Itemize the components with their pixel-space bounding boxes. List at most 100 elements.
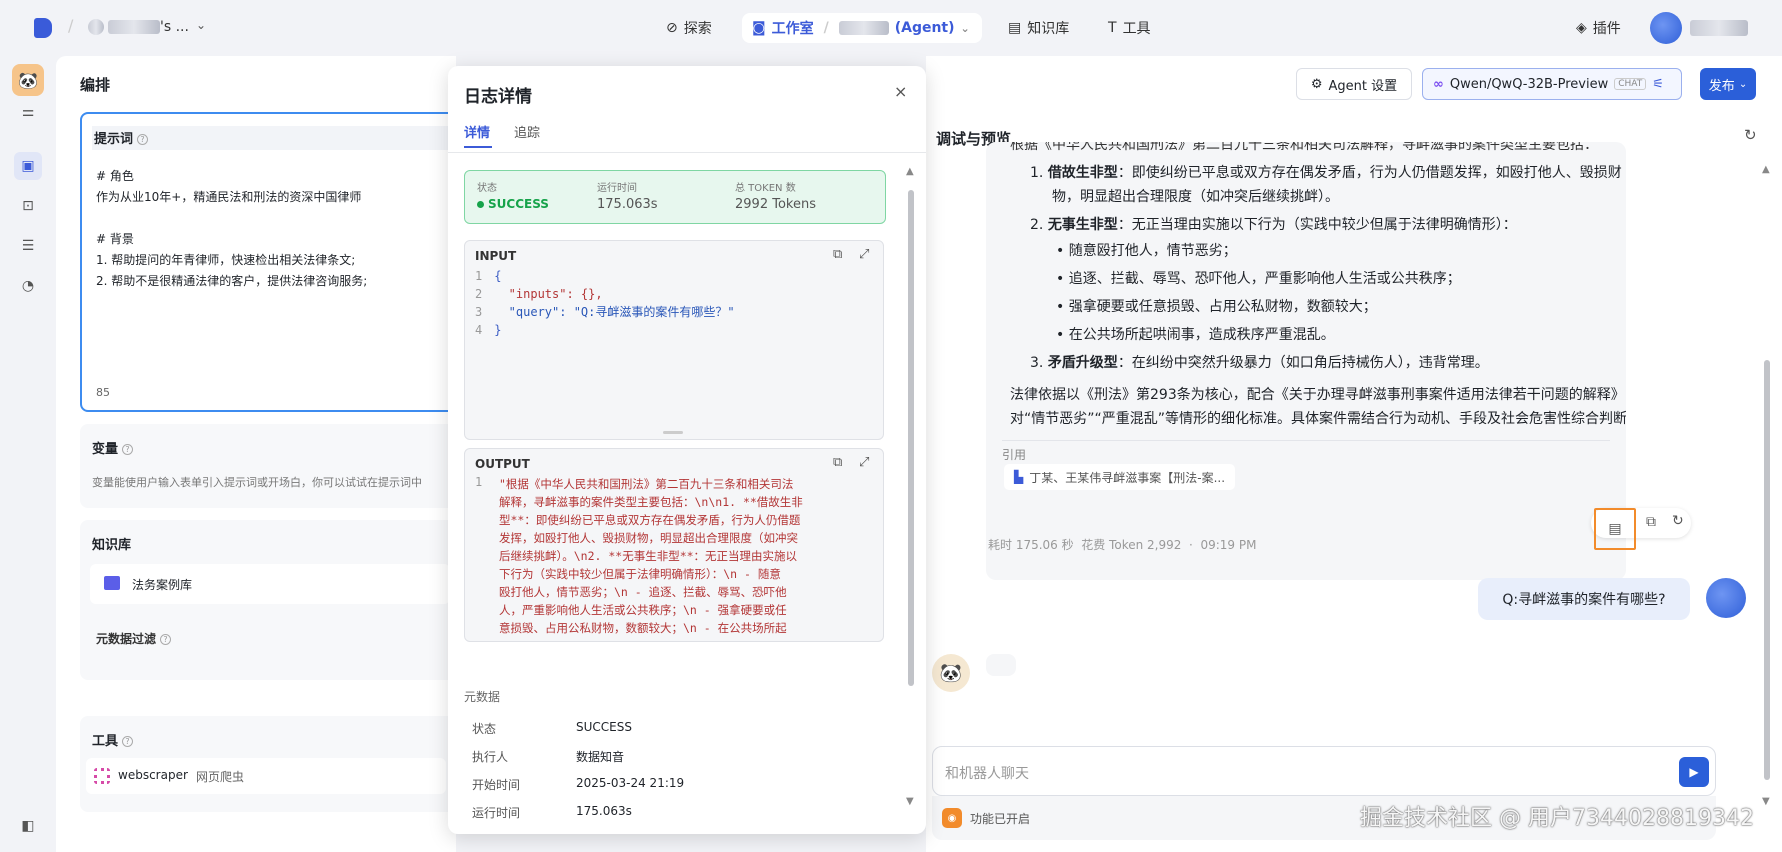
copy-icon[interactable]: ⧉ bbox=[833, 247, 842, 262]
panel-toggle-icon[interactable]: ◧ bbox=[14, 812, 42, 840]
runtime-value: 175.063s bbox=[597, 197, 658, 212]
code-line: 1{ bbox=[475, 269, 502, 283]
nav-tools[interactable]: T 工具 bbox=[1098, 13, 1161, 43]
knowledge-item[interactable]: 法务案例库 bbox=[90, 564, 450, 604]
help-icon[interactable]: ? bbox=[122, 444, 134, 455]
variables-desc: 变量能使用户输入表单引入提示词或开场白，你可以试试在提示词中 bbox=[92, 476, 422, 489]
view-log-icon[interactable]: ▤ bbox=[1594, 508, 1636, 550]
terminal-icon[interactable]: ⊡ bbox=[14, 192, 42, 220]
citation-item-label: 丁某、王某伟寻衅滋事案【刑法-案... bbox=[1029, 470, 1226, 485]
answer-bullet: • 随意殴打他人，情节恶劣； bbox=[1056, 243, 1237, 259]
help-icon[interactable]: ? bbox=[160, 634, 172, 645]
send-button[interactable]: ▶ bbox=[1679, 757, 1709, 787]
workspace-avatar[interactable] bbox=[88, 19, 104, 35]
metadata-filter-label[interactable]: 元数据过滤? bbox=[96, 630, 172, 647]
loading-bubble bbox=[986, 654, 1016, 676]
scroll-up-icon[interactable]: ▲ bbox=[906, 166, 914, 177]
token-label: 总 TOKEN 数 bbox=[735, 183, 796, 194]
status-dot bbox=[477, 200, 484, 208]
model-icon: ∞ bbox=[1433, 76, 1444, 92]
model-name: Qwen/QwQ-32B-Preview bbox=[1449, 76, 1609, 92]
nav-knowledge[interactable]: ▤ 知识库 bbox=[998, 13, 1079, 43]
copy-icon[interactable]: ⧉ bbox=[833, 455, 842, 470]
refresh-icon[interactable]: ↻ bbox=[1744, 126, 1757, 144]
feature-icon[interactable]: ◉ bbox=[942, 808, 962, 828]
help-icon[interactable]: ? bbox=[122, 736, 134, 747]
chat-input-placeholder: 和机器人聊天 bbox=[945, 766, 1029, 782]
answer-summary-2: 对“情节恶劣”“严重混乱”等情形的细化标准。具体案件需结合行为动机、手段及社会危… bbox=[1010, 411, 1626, 427]
scroll-up-icon[interactable]: ▲ bbox=[1762, 164, 1770, 175]
breadcrumb-separator: / bbox=[68, 16, 74, 35]
chevron-down-icon[interactable]: ⌄ bbox=[196, 18, 206, 32]
model-tag: CHAT bbox=[1614, 78, 1647, 90]
input-code: 1{ 2 "inputs": {}, 3 "query": "Q:寻衅滋事的案件… bbox=[475, 267, 735, 339]
tab-underline bbox=[464, 146, 492, 148]
citation-item[interactable]: ▙ 丁某、王某伟寻衅滋事案【刑法-案... bbox=[1004, 464, 1236, 490]
prompt-textarea[interactable]: # 角色 作为从业10年+，精通民法和刑法的资深中国律师 # 背景 1. 帮助提… bbox=[96, 166, 367, 292]
nav-studio[interactable]: ◙ 工作室 / (Agent) ⌄ bbox=[742, 13, 982, 43]
scrollbar-thumb[interactable] bbox=[908, 190, 914, 686]
plugin-label: 插件 bbox=[1592, 21, 1621, 37]
agent-settings-button[interactable]: ⚙ Agent 设置 bbox=[1296, 68, 1412, 100]
citation-label: 引用 bbox=[1002, 448, 1027, 462]
input-title: INPUT bbox=[475, 249, 517, 263]
resize-handle[interactable] bbox=[663, 431, 683, 434]
close-icon[interactable]: × bbox=[894, 82, 907, 101]
agent-tab-label[interactable]: (Agent) bbox=[895, 20, 955, 36]
meta-key: 开始时间 bbox=[472, 778, 521, 792]
output-line: 殴打他人，情节恶劣；\n - 追逐、拦截、辱骂、恐吓他 bbox=[499, 585, 787, 599]
user-avatar[interactable] bbox=[1650, 12, 1682, 44]
regenerate-icon[interactable]: ↻ bbox=[1672, 513, 1684, 529]
divider bbox=[448, 152, 926, 153]
answer-item-3: 3. 矛盾升级型：在纠纷中突然升级暴力（如口角后持械伤人），违背常理。 bbox=[1030, 355, 1489, 371]
settings-sliders-icon[interactable]: ⚌ bbox=[14, 98, 42, 126]
answer-item-2: 2. 无事生非型：无正当理由实施以下行为（实践中较少但属于法律明确情形）： bbox=[1030, 217, 1517, 233]
output-line: 解释，寻衅滋事的案件类型主要包括：\n\n1. **借故生非 bbox=[499, 495, 803, 509]
document-icon[interactable]: ☰ bbox=[14, 232, 42, 260]
answer-bullet: • 追逐、拦截、辱骂、恐吓他人，严重影响他人生活或公共秩序； bbox=[1056, 271, 1461, 287]
prompt-line: # 背景 bbox=[96, 232, 134, 246]
model-settings-icon[interactable]: ⚟ bbox=[1652, 77, 1664, 92]
tool-icon: T bbox=[1108, 20, 1117, 36]
book-icon: ▤ bbox=[1008, 20, 1022, 36]
app-logo[interactable] bbox=[34, 18, 52, 38]
tool-item-desc: 网页爬虫 bbox=[196, 770, 245, 784]
output-code-box: OUTPUT ⧉ ⤢ 1 "根据《中华人民共和国刑法》第二百九十三条和相关司法 … bbox=[464, 448, 884, 642]
prompt-card[interactable]: 提示词? # 角色 作为从业10年+，精通民法和刑法的资深中国律师 # 背景 1… bbox=[80, 112, 460, 412]
tools-title: 工具? bbox=[92, 730, 134, 749]
nav-explore[interactable]: ⊘ 探索 bbox=[656, 13, 722, 43]
metadata-title: 元数据 bbox=[464, 690, 501, 704]
meta-key: 执行人 bbox=[472, 750, 509, 764]
expand-icon[interactable]: ⤢ bbox=[859, 455, 869, 470]
answer-bullet: • 在公共场所起哄闹事，造成秩序严重混乱。 bbox=[1056, 327, 1335, 343]
scroll-down-icon[interactable]: ▼ bbox=[906, 796, 914, 807]
workspace-name-blurred bbox=[108, 20, 160, 34]
bot-avatar: 🐼 bbox=[932, 654, 970, 692]
chevron-down-icon[interactable]: ⌄ bbox=[961, 22, 970, 35]
publish-button[interactable]: 发布 ⌄ bbox=[1700, 68, 1756, 100]
workspace-name[interactable]: 's ... bbox=[160, 19, 189, 35]
expand-icon[interactable]: ⤢ bbox=[859, 247, 869, 262]
tab-detail[interactable]: 详情 bbox=[464, 122, 490, 141]
chat-input[interactable]: 和机器人聊天 ▶ bbox=[932, 746, 1716, 796]
variables-card[interactable]: 变量? 变量能使用户输入表单引入提示词或开场白，你可以试试在提示词中 bbox=[80, 424, 460, 508]
gauge-icon[interactable]: ◔ bbox=[14, 272, 42, 300]
status-label: 状态 bbox=[477, 183, 497, 194]
scrollbar-thumb[interactable] bbox=[1764, 360, 1770, 780]
username-blurred[interactable] bbox=[1690, 20, 1748, 36]
help-icon[interactable]: ? bbox=[137, 134, 149, 145]
tab-trace[interactable]: 追踪 bbox=[514, 122, 540, 141]
plugin-button[interactable]: ◈ 插件 bbox=[1566, 13, 1631, 43]
scroll-down-icon[interactable]: ▼ bbox=[1762, 796, 1770, 807]
tool-item-webscraper[interactable]: webscraper 网页爬虫 bbox=[86, 758, 446, 794]
meta-key: 运行时间 bbox=[472, 806, 521, 820]
log-detail-panel: 日志详情 × 详情 追踪 状态 SUCCESS 运行时间 175.063s 总 … bbox=[448, 66, 926, 834]
model-selector[interactable]: ∞ Qwen/QwQ-32B-Preview CHAT ⚟ bbox=[1422, 68, 1682, 100]
preview-panel: ⚙ Agent 设置 ∞ Qwen/QwQ-32B-Preview CHAT ⚟ … bbox=[926, 56, 1782, 852]
output-line: "根据《中华人民共和国刑法》第二百九十三条和相关司法 bbox=[499, 477, 794, 491]
answer-bullet: • 强拿硬要或任意损毁、占用公私财物，数额较大； bbox=[1056, 299, 1377, 315]
prompt-title: 提示词? bbox=[94, 128, 149, 147]
copy-icon[interactable]: ⧉ bbox=[1646, 514, 1656, 530]
orchestrate-icon[interactable]: ▣ bbox=[14, 152, 42, 180]
bot-avatar[interactable]: 🐼 bbox=[12, 64, 44, 96]
